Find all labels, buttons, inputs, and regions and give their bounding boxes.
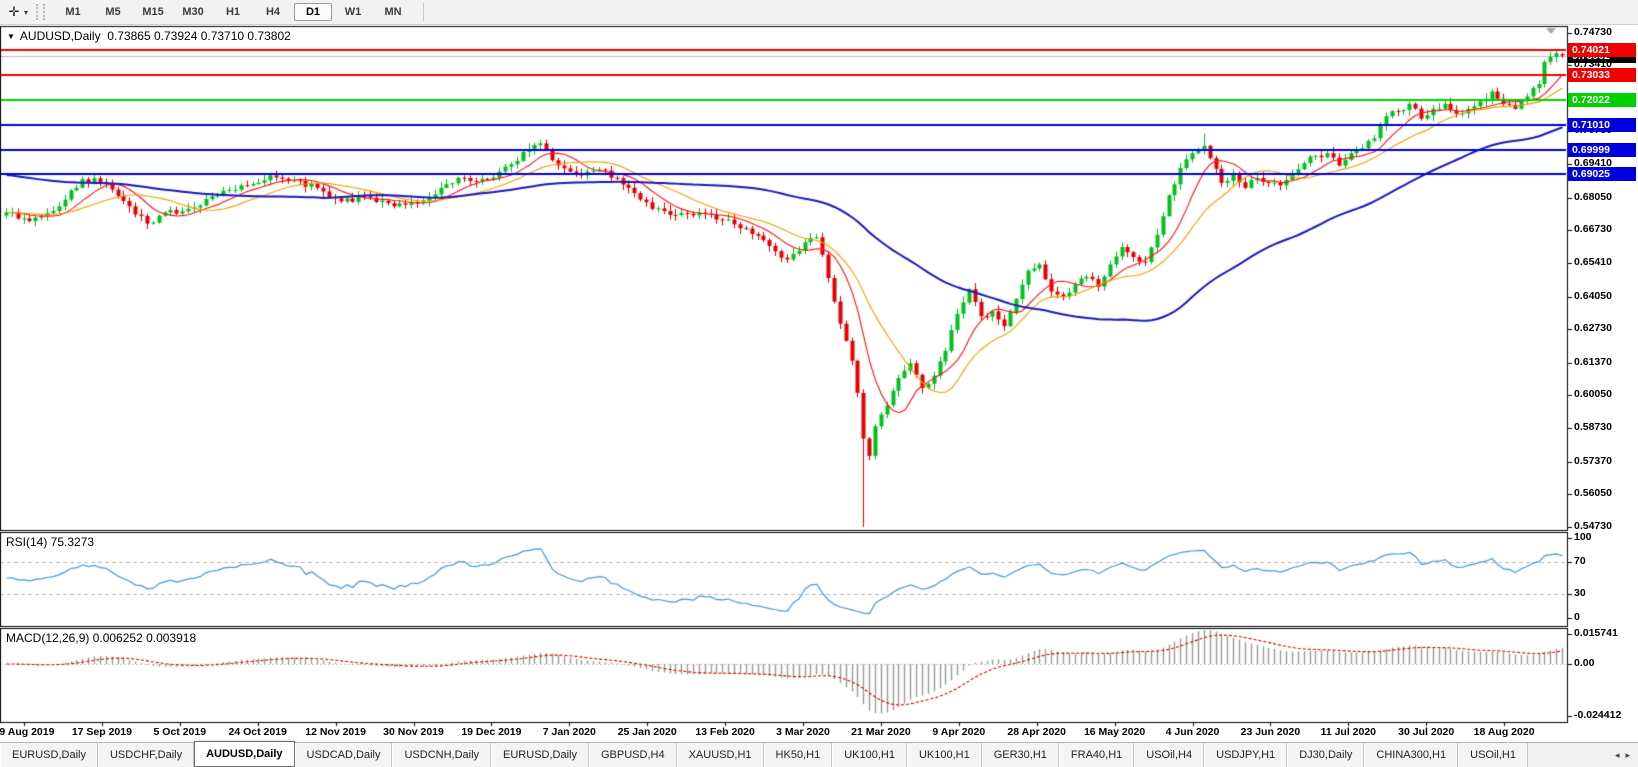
chart-tab-audusd-daily[interactable]: AUDUSD,Daily: [194, 741, 294, 767]
date-axis-label: 25 Jan 2020: [618, 726, 677, 738]
price-scale-label: 0.66730: [1574, 223, 1612, 236]
chart-tab-uk100-h1[interactable]: UK100,H1: [907, 743, 982, 767]
chart-tab-usdchf-daily[interactable]: USDCHF,Daily: [98, 743, 194, 767]
chart-tab-usdcad-daily[interactable]: USDCAD,Daily: [295, 743, 393, 767]
hline-price-flag: 0.73033: [1568, 68, 1636, 82]
date-axis-label: 13 Feb 2020: [695, 726, 755, 738]
hline-price-flag: 0.72022: [1568, 93, 1636, 107]
date-axis-label: 23 Jun 2020: [1241, 726, 1301, 738]
timeframe-button-d1[interactable]: D1: [294, 3, 332, 21]
rsi-scale-label: 100: [1574, 531, 1592, 544]
chart-dropdown-icon[interactable]: ▼: [7, 32, 15, 41]
date-axis-label: 21 Mar 2020: [851, 726, 911, 738]
hline-price-flag: 0.74021: [1568, 43, 1636, 57]
timeframe-button-h4[interactable]: H4: [254, 3, 292, 21]
chart-tab-xauusd-h1[interactable]: XAUUSD,H1: [677, 743, 764, 767]
timeframe-button-h1[interactable]: H1: [214, 3, 252, 21]
price-scale-label: 0.58730: [1574, 421, 1612, 434]
macd-scale-label: 0.00: [1574, 657, 1594, 670]
symbol-tabbar: EURUSD,DailyUSDCHF,DailyAUDUSD,DailyUSDC…: [0, 742, 1638, 767]
date-axis-label: 30 Nov 2019: [383, 726, 444, 738]
date-axis-label: 16 May 2020: [1084, 726, 1145, 738]
date-axis-label: 30 Jul 2020: [1398, 726, 1454, 738]
chart-tab-china300-h1[interactable]: CHINA300,H1: [1364, 743, 1458, 767]
date-axis-label: 3 Mar 2020: [776, 726, 830, 738]
chart-title: ▼ AUDUSD,Daily 0.73865 0.73924 0.73710 0.…: [7, 29, 291, 43]
timeframe-button-m15[interactable]: M15: [134, 3, 172, 21]
date-axis-label: 12 Nov 2019: [305, 726, 366, 738]
chart-tab-uk100-h1[interactable]: UK100,H1: [832, 743, 907, 767]
price-scale-label: 0.61370: [1574, 356, 1612, 369]
tool-dropdown-arrow-icon[interactable]: ▾: [24, 8, 28, 17]
rsi-scale-label: 30: [1574, 587, 1586, 600]
macd-scale-label: -0.024412: [1574, 709, 1621, 722]
price-scale-label: 0.74730: [1574, 26, 1612, 39]
price-scale-label: 0.62730: [1574, 322, 1612, 335]
tab-scroll-controls: ◂ ▸: [1607, 743, 1638, 767]
top-toolbar: ✛ ▾ M1M5M15M30H1H4D1W1MN: [0, 0, 1638, 25]
chart-tab-ger30-h1[interactable]: GER30,H1: [982, 743, 1059, 767]
price-scale-label: 0.60050: [1574, 388, 1612, 401]
chart-tab-usoil-h1[interactable]: USOil,H1: [1458, 743, 1528, 767]
date-axis-label: 7 Jan 2020: [543, 726, 596, 738]
date-axis-label: 4 Jun 2020: [1166, 726, 1220, 738]
toolbar-grip: [36, 4, 45, 20]
chart-tab-hk50-h1[interactable]: HK50,H1: [764, 743, 833, 767]
chart-symbol-period: AUDUSD,Daily: [20, 29, 101, 43]
chart-canvas[interactable]: [0, 0, 1638, 766]
date-axis-label: 9 Apr 2020: [932, 726, 985, 738]
chart-tab-eurusd-daily[interactable]: EURUSD,Daily: [0, 743, 98, 767]
date-axis-label: 24 Oct 2019: [228, 726, 286, 738]
rsi-scale-label: 70: [1574, 555, 1586, 568]
price-scale-label: 0.56050: [1574, 487, 1612, 500]
date-axis-label: 11 Jul 2020: [1321, 726, 1376, 738]
timeframe-button-m30[interactable]: M30: [174, 3, 212, 21]
price-scale-label: 0.65410: [1574, 256, 1612, 269]
price-scale-label: 0.68050: [1574, 191, 1612, 204]
rsi-scale-label: 0: [1574, 611, 1580, 624]
rsi-label: RSI(14) 75.3273: [6, 535, 94, 549]
macd-label: MACD(12,26,9) 0.006252 0.003918: [6, 631, 196, 645]
chart-ohlc-values: 0.73865 0.73924 0.73710 0.73802: [107, 29, 291, 43]
timeframe-button-mn[interactable]: MN: [374, 3, 412, 21]
price-scale-label: 0.57370: [1574, 455, 1612, 468]
hline-price-flag: 0.71010: [1568, 118, 1636, 132]
chart-tab-usdcnh-daily[interactable]: USDCNH,Daily: [392, 743, 491, 767]
chart-tab-dj30-daily[interactable]: DJ30,Daily: [1287, 743, 1364, 767]
timeframe-button-m5[interactable]: M5: [94, 3, 132, 21]
chart-tab-eurusd-daily[interactable]: EURUSD,Daily: [491, 743, 589, 767]
hline-price-flag: 0.69025: [1568, 167, 1636, 181]
date-axis-label: 17 Sep 2019: [72, 726, 132, 738]
price-scale-label: 0.64050: [1574, 290, 1612, 303]
chart-tab-usdjpy-h1[interactable]: USDJPY,H1: [1204, 743, 1287, 767]
tab-scroll-right-icon[interactable]: ▸: [1625, 750, 1630, 761]
chart-tab-gbpusd-h4[interactable]: GBPUSD,H4: [589, 743, 677, 767]
date-axis-label: 18 Aug 2020: [1474, 726, 1535, 738]
timeframe-button-m1[interactable]: M1: [54, 3, 92, 21]
date-axis-label: 5 Oct 2019: [154, 726, 207, 738]
date-axis-label: 28 Apr 2020: [1007, 726, 1066, 738]
crosshair-tool-icon[interactable]: ✛: [4, 3, 24, 21]
timeframe-button-w1[interactable]: W1: [334, 3, 372, 21]
chart-tab-usoil-h4[interactable]: USOil,H4: [1134, 743, 1204, 767]
chart-tab-fra40-h1[interactable]: FRA40,H1: [1059, 743, 1134, 767]
date-axis-label: 29 Aug 2019: [0, 726, 54, 738]
tab-scroll-left-icon[interactable]: ◂: [1615, 750, 1620, 761]
date-axis-label: 19 Dec 2019: [461, 726, 521, 738]
macd-scale-label: 0.015741: [1574, 627, 1618, 640]
toolbar-separator: [423, 3, 424, 21]
hline-price-flag: 0.69999: [1568, 143, 1636, 157]
